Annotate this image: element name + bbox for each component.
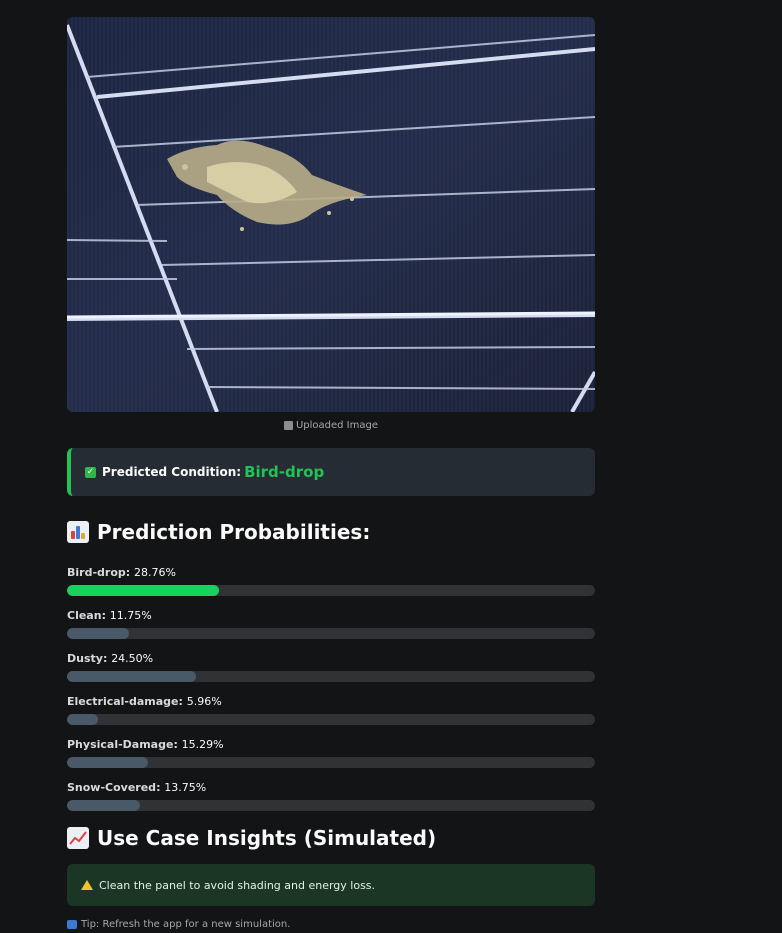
prediction-colon: :	[236, 465, 242, 479]
probabilities-heading-text: Prediction Probabilities:	[97, 520, 371, 544]
bar-chart-icon	[67, 521, 89, 543]
probability-bar-track	[67, 714, 595, 725]
prediction-label: Predicted Condition	[102, 465, 237, 479]
probability-label: Physical-Damage: 15.29%	[67, 738, 595, 752]
tip-line: Tip: Refresh the app for a new simulatio…	[67, 919, 595, 930]
probability-value: 24.50%	[111, 652, 154, 665]
probability-bar-track	[67, 800, 595, 811]
probability-value: 11.75%	[109, 609, 152, 622]
probability-value: 5.96%	[186, 695, 222, 708]
probability-bar-fill	[67, 628, 130, 639]
probability-separator: :	[173, 738, 182, 751]
probability-bar-track	[67, 671, 595, 682]
app-page: Uploaded Image ✓ Predicted Condition : B…	[0, 0, 782, 933]
check-icon: ✓	[85, 466, 96, 478]
probability-class-name: Snow-Covered	[67, 781, 157, 794]
probability-bar-fill	[67, 800, 140, 811]
info-icon	[67, 920, 77, 929]
probability-row: Physical-Damage: 15.29%	[67, 738, 595, 768]
frame-icon	[283, 421, 293, 430]
image-caption: Uploaded Image	[67, 420, 595, 431]
probability-label: Dusty: 24.50%	[67, 652, 595, 666]
insight-message: Clean the panel to avoid shading and ene…	[99, 878, 376, 892]
probability-class-name: Clean	[67, 609, 102, 622]
probability-bar-track	[67, 757, 595, 768]
probability-class-name: Bird-drop	[67, 566, 126, 579]
probability-separator: :	[102, 652, 112, 665]
probability-label: Bird-drop: 28.76%	[67, 566, 595, 580]
probabilities-heading: Prediction Probabilities:	[67, 520, 595, 544]
probability-bar-fill	[67, 757, 148, 768]
probability-bar-fill	[67, 714, 99, 725]
insights-heading-text: Use Case Insights (Simulated)	[97, 826, 437, 850]
prediction-value: Bird-drop	[244, 463, 325, 481]
probability-label: Electrical-damage: 5.96%	[67, 695, 595, 709]
probability-row: Snow-Covered: 13.75%	[67, 781, 595, 811]
probability-label: Snow-Covered: 13.75%	[67, 781, 595, 795]
probability-class-name: Physical-Damage	[67, 738, 174, 751]
probability-row: Bird-drop: 28.76%	[67, 566, 595, 596]
probability-value: 13.75%	[164, 781, 207, 794]
insight-message-box: Clean the panel to avoid shading and ene…	[67, 864, 595, 906]
probability-bar-fill	[67, 585, 219, 596]
probability-separator: :	[125, 566, 134, 579]
insights-heading: Use Case Insights (Simulated)	[67, 826, 595, 850]
probability-bar-track	[67, 628, 595, 639]
probability-separator: :	[178, 695, 187, 708]
trend-chart-icon	[67, 827, 89, 849]
probability-bar-fill	[67, 671, 197, 682]
warning-icon	[81, 880, 93, 890]
image-caption-text: Uploaded Image	[295, 420, 379, 431]
probability-bar-track	[67, 585, 595, 596]
probability-label: Clean: 11.75%	[67, 609, 595, 623]
prediction-alert: ✓ Predicted Condition : Bird-drop	[67, 448, 595, 496]
probability-row: Electrical-damage: 5.96%	[67, 695, 595, 725]
probability-row: Clean: 11.75%	[67, 609, 595, 639]
tip-text: Tip: Refresh the app for a new simulatio…	[81, 919, 291, 930]
probability-separator: :	[101, 609, 110, 622]
probability-row: Dusty: 24.50%	[67, 652, 595, 682]
uploaded-image	[67, 17, 595, 412]
probability-class-name: Dusty	[67, 652, 103, 665]
probability-value: 15.29%	[181, 738, 224, 751]
probability-value: 28.76%	[133, 566, 176, 579]
probability-class-name: Electrical-damage	[67, 695, 179, 708]
